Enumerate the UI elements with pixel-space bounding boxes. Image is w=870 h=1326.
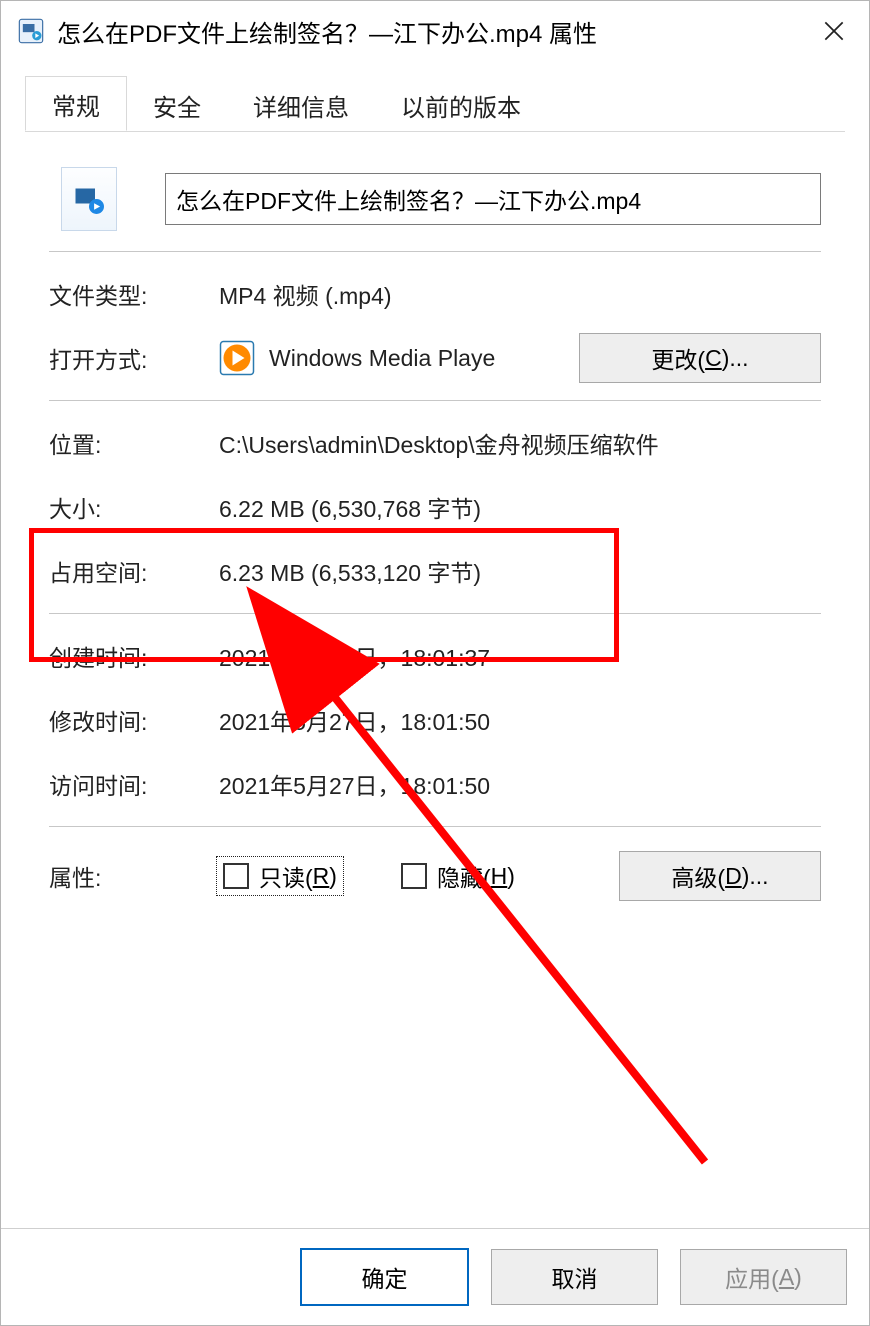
hidden-checkbox[interactable]: 隐藏(H) xyxy=(401,859,515,893)
tab-content: 文件类型: MP4 视频 (.mp4) 打开方式: Windows Media … xyxy=(25,131,845,1228)
close-button[interactable] xyxy=(811,8,857,54)
change-button[interactable]: 更改(C)... xyxy=(579,333,821,383)
tab-security[interactable]: 安全 xyxy=(127,78,227,131)
readonly-checkbox[interactable]: 只读(R) xyxy=(219,859,341,893)
dialog-footer: 确定 取消 应用(A) xyxy=(1,1228,869,1325)
cancel-button[interactable]: 取消 xyxy=(491,1249,658,1305)
attributes-row: 属性: 只读(R) 隐藏(H) 高级(D)... xyxy=(49,841,821,911)
accessed-label: 访问时间: xyxy=(49,767,219,801)
checkbox-icon xyxy=(401,863,427,889)
close-icon xyxy=(821,18,847,44)
wmp-icon xyxy=(219,340,255,376)
divider xyxy=(49,826,821,827)
location-label: 位置: xyxy=(49,426,219,460)
location-row: 位置: C:\Users\admin\Desktop\金舟视频压缩软件 xyxy=(49,415,821,471)
filetype-row: 文件类型: MP4 视频 (.mp4) xyxy=(49,266,821,322)
sizedisk-label: 占用空间: xyxy=(49,554,219,588)
divider xyxy=(49,251,821,252)
divider xyxy=(49,613,821,614)
size-value: 6.22 MB (6,530,768 字节) xyxy=(219,490,481,524)
divider xyxy=(49,400,821,401)
modified-label: 修改时间: xyxy=(49,703,219,737)
advanced-button[interactable]: 高级(D)... xyxy=(619,851,821,901)
tab-general[interactable]: 常规 xyxy=(25,76,127,131)
filetype-label: 文件类型: xyxy=(49,277,219,311)
sizedisk-row: 占用空间: 6.23 MB (6,533,120 字节) xyxy=(49,543,821,599)
accessed-value: 2021年5月27日，18:01:50 xyxy=(219,767,490,801)
file-icon xyxy=(61,167,117,231)
created-label: 创建时间: xyxy=(49,639,219,673)
window-title: 怎么在PDF文件上绘制签名？—江下办公.mp4 属性 xyxy=(57,14,811,49)
modified-value: 2021年5月27日，18:01:50 xyxy=(219,703,490,737)
location-value: C:\Users\admin\Desktop\金舟视频压缩软件 xyxy=(219,426,659,460)
openwith-row: 打开方式: Windows Media Playe 更改(C)... xyxy=(49,330,821,386)
tab-details[interactable]: 详细信息 xyxy=(227,78,375,131)
titlebar: 怎么在PDF文件上绘制签名？—江下办公.mp4 属性 xyxy=(1,1,869,61)
size-row: 大小: 6.22 MB (6,530,768 字节) xyxy=(49,479,821,535)
properties-dialog: 怎么在PDF文件上绘制签名？—江下办公.mp4 属性 常规 安全 详细信息 以前… xyxy=(0,0,870,1326)
filename-row xyxy=(49,167,821,231)
checkbox-icon xyxy=(223,863,249,889)
openwith-value: Windows Media Playe xyxy=(269,345,495,372)
tab-strip: 常规 安全 详细信息 以前的版本 xyxy=(1,79,869,131)
sizedisk-value: 6.23 MB (6,533,120 字节) xyxy=(219,554,481,588)
openwith-label: 打开方式: xyxy=(49,341,219,375)
apply-button[interactable]: 应用(A) xyxy=(680,1249,847,1305)
attributes-label: 属性: xyxy=(49,859,219,893)
ok-button[interactable]: 确定 xyxy=(300,1248,469,1306)
file-type-icon xyxy=(17,17,45,45)
modified-row: 修改时间: 2021年5月27日，18:01:50 xyxy=(49,692,821,748)
tab-previous-versions[interactable]: 以前的版本 xyxy=(375,78,547,131)
created-value: 2021年5月27日，18:01:37 xyxy=(219,639,490,673)
filename-input[interactable] xyxy=(165,173,821,225)
accessed-row: 访问时间: 2021年5月27日，18:01:50 xyxy=(49,756,821,812)
created-row: 创建时间: 2021年5月27日，18:01:37 xyxy=(49,628,821,684)
size-label: 大小: xyxy=(49,490,219,524)
filetype-value: MP4 视频 (.mp4) xyxy=(219,277,392,311)
